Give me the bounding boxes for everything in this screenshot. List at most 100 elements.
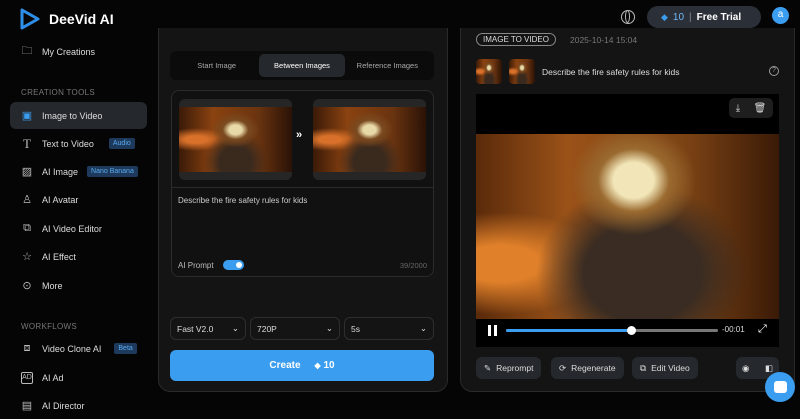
duration-value: 5s — [351, 323, 360, 334]
sidebar-item-label: Video Clone AI — [42, 343, 102, 354]
reprompt-label: Reprompt — [496, 363, 534, 373]
chevron-down-icon: ⌄ — [419, 323, 427, 333]
sidebar-item-label: Image to Video — [42, 110, 103, 121]
video-tools: ⤓ 🗑 — [729, 98, 773, 118]
video-clone-icon: ⧈ — [23, 342, 31, 354]
refresh-icon: ⟳ — [559, 362, 567, 373]
nano-banana-badge: Nano Banana — [87, 166, 138, 177]
ai-prompt-label: AI Prompt — [178, 261, 214, 270]
resolution-select[interactable]: 720P ⌄ — [250, 317, 340, 340]
model-select[interactable]: Fast V2.0 ⌄ — [170, 317, 246, 340]
sidebar-item-my-creations[interactable]: 🗀 My Creations — [10, 38, 147, 65]
tab-reference-images[interactable]: Reference Images — [345, 54, 430, 77]
chat-icon — [773, 381, 787, 393]
edit-video-label: Edit Video — [651, 363, 690, 373]
start-image-slot[interactable] — [179, 99, 292, 180]
sidebar-item-label: AI Effect — [42, 251, 76, 262]
text-icon: T — [23, 135, 31, 151]
ai-image-icon: ▨ — [21, 166, 33, 178]
regenerate-label: Regenerate — [571, 363, 616, 373]
progress-slider[interactable] — [506, 326, 718, 335]
sidebar-item-text-to-video[interactable]: T Text to Video Audio — [10, 130, 147, 157]
plan-label: Free Trial — [696, 11, 742, 23]
reprompt-button[interactable]: ✎ Reprompt — [476, 357, 542, 379]
eye-icon[interactable]: ◉ — [742, 363, 749, 374]
star-icon: ☆ — [22, 251, 32, 263]
end-image — [313, 107, 426, 172]
fullscreen-icon[interactable]: ⤢ — [758, 323, 767, 336]
chevron-down-icon: ⌄ — [325, 323, 333, 333]
help-icon[interactable]: ? — [769, 66, 779, 76]
prompt-input[interactable]: Describe the fire safety rules for kids — [178, 196, 428, 256]
sidebar-item-ai-avatar[interactable]: ♙ AI Avatar — [10, 186, 147, 213]
folder-icon: 🗀 — [21, 45, 33, 57]
tab-between-images[interactable]: Between Images — [259, 54, 345, 77]
duration-select[interactable]: 5s ⌄ — [344, 317, 434, 340]
ai-prompt-toggle[interactable] — [223, 260, 244, 270]
globe-icon[interactable] — [621, 10, 635, 24]
mode-tabs: Start Image Between Images Reference Ima… — [170, 51, 434, 80]
app-logo[interactable]: DeeVid AI — [20, 8, 114, 30]
pause-icon[interactable] — [488, 325, 497, 336]
credits-count: 10 — [672, 11, 685, 23]
more-icon: ⊙ — [22, 280, 32, 292]
time-remaining: -00:01 — [722, 325, 745, 334]
create-cost: 10 — [323, 360, 335, 371]
divider: | — [689, 11, 692, 23]
sidebar-item-label: My Creations — [42, 46, 96, 57]
sidebar-item-label: Text to Video — [42, 138, 94, 149]
sidebar-item-ai-director[interactable]: ▤ AI Director — [10, 392, 147, 419]
end-image-slot[interactable] — [313, 99, 426, 180]
video-editor-icon: ⧉ — [23, 222, 31, 234]
progress-fill — [506, 329, 632, 332]
credits-plan-button[interactable]: ◆ 10 | Free Trial — [647, 6, 761, 28]
result-start-thumb — [476, 59, 502, 84]
beta-badge: Beta — [114, 343, 137, 354]
result-end-thumb — [509, 59, 535, 84]
sidebar-item-label: AI Video Editor — [42, 223, 102, 234]
trash-icon[interactable]: 🗑 — [754, 103, 767, 114]
video-player[interactable]: ⤓ 🗑 -00:01 ⤢ — [476, 94, 779, 347]
diamond-icon: ◆ — [661, 11, 668, 22]
avatar[interactable]: a — [772, 7, 789, 24]
tab-start-image[interactable]: Start Image — [174, 54, 259, 77]
sidebar-item-ai-video-editor[interactable]: ⧉ AI Video Editor — [10, 215, 147, 242]
section-creation-tools: CREATION TOOLS — [21, 88, 95, 97]
diamond-icon: ◆ — [314, 361, 321, 370]
sidebar-item-video-clone-ai[interactable]: ⧈ Video Clone AI Beta — [10, 335, 147, 362]
section-workflows: WORKFLOWS — [21, 322, 78, 331]
model-value: Fast V2.0 — [177, 323, 214, 334]
double-chevron-icon: » — [296, 129, 303, 141]
sidebar-item-label: AI Ad — [42, 372, 64, 383]
avatar-icon: ♙ — [22, 194, 32, 206]
create-label: Create — [269, 360, 301, 371]
sidebar-item-ai-ad[interactable]: AD AI Ad — [10, 364, 147, 391]
progress-knob[interactable] — [627, 326, 637, 335]
sidebar-item-label: AI Director — [42, 400, 85, 411]
regenerate-button[interactable]: ⟳ Regenerate — [551, 357, 624, 379]
director-icon: ▤ — [21, 400, 33, 412]
sidebar-item-ai-image[interactable]: ▨ AI Image Nano Banana — [10, 158, 147, 185]
image-icon: ▣ — [21, 110, 33, 122]
edit-video-icon: ⧉ — [640, 362, 647, 373]
app-name: DeeVid AI — [49, 11, 114, 27]
resolution-value: 720P — [257, 323, 277, 334]
edit-video-button[interactable]: ⧉ Edit Video — [632, 357, 698, 379]
create-button[interactable]: Create ◆ 10 — [170, 350, 434, 381]
logo-icon — [20, 8, 40, 30]
chat-support-button[interactable] — [765, 372, 795, 402]
sidebar-item-ai-effect[interactable]: ☆ AI Effect — [10, 243, 147, 270]
char-count: 39/2000 — [399, 261, 427, 270]
prompt-box: » Describe the fire safety rules for kid… — [171, 90, 434, 277]
compare-icon[interactable]: ◧ — [765, 363, 773, 374]
sidebar-item-image-to-video[interactable]: ▣ Image to Video — [10, 102, 147, 129]
sidebar-item-label: AI Avatar — [42, 194, 79, 205]
audio-badge: Audio — [108, 138, 135, 149]
download-icon[interactable]: ⤓ — [736, 103, 740, 114]
start-image — [179, 107, 292, 172]
sidebar-item-more[interactable]: ⊙ More — [10, 272, 147, 299]
timestamp: 2025-10-14 15:04 — [570, 35, 638, 45]
pencil-icon: ✎ — [484, 362, 492, 373]
sidebar-item-label: AI Image — [42, 166, 79, 177]
chevron-down-icon: ⌄ — [231, 323, 239, 333]
